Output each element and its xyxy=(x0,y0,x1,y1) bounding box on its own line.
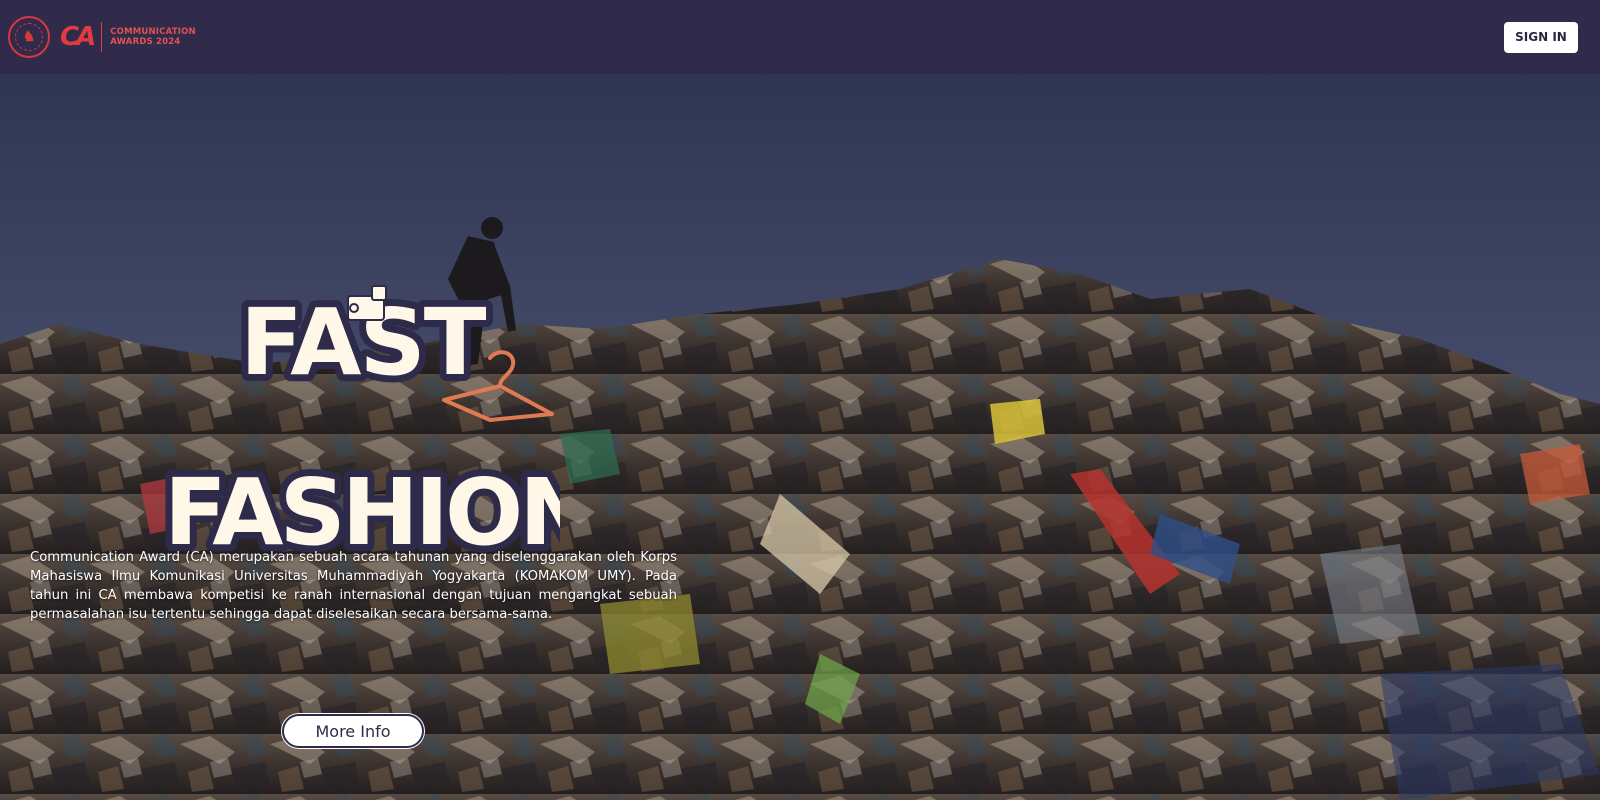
communication-awards-logo: CA COMMUNICATION AWARDS 2024 xyxy=(60,22,196,52)
logo-divider xyxy=(101,22,103,52)
more-info-button[interactable]: More Info xyxy=(282,714,424,748)
top-navigation-bar: ♞ CA COMMUNICATION AWARDS 2024 SIGN IN xyxy=(0,0,1600,74)
university-seal-logo: ♞ xyxy=(8,16,50,58)
hero-section: FAST FAST FASHION FASHION Communication … xyxy=(0,74,1600,800)
ca-logo-text-line2: AWARDS 2024 xyxy=(110,37,181,47)
ca-logo-mark: CA xyxy=(60,22,96,52)
fast-fashion-title-graphic: FAST FAST FASHION FASHION xyxy=(160,282,560,554)
brand-logos[interactable]: ♞ CA COMMUNICATION AWARDS 2024 xyxy=(8,16,196,58)
ca-logo-text: COMMUNICATION AWARDS 2024 xyxy=(110,27,196,47)
sign-in-button[interactable]: SIGN IN xyxy=(1504,21,1578,53)
seal-emblem-icon: ♞ xyxy=(22,29,36,45)
hero-description: Communication Award (CA) merupakan sebua… xyxy=(30,550,677,622)
ca-logo-text-line1: COMMUNICATION xyxy=(110,27,196,37)
title-line2: FASHION xyxy=(164,459,560,554)
